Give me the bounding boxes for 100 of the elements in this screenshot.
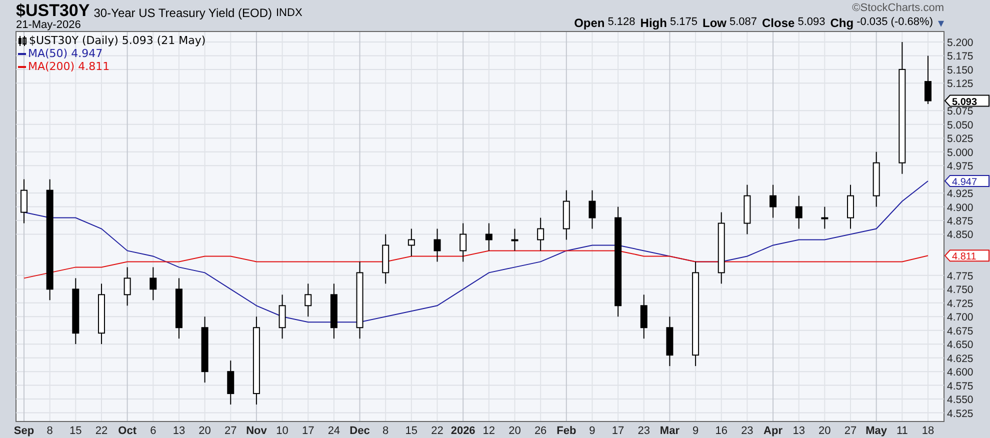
candlestick xyxy=(795,195,802,230)
candlestick xyxy=(924,55,932,105)
candlestick xyxy=(770,184,777,218)
candlestick xyxy=(485,222,492,252)
axis-label: 5.050 xyxy=(947,119,974,132)
axis-label: 22 xyxy=(95,425,108,437)
axis-label: 9 xyxy=(692,425,699,437)
price-flag: 5.093 xyxy=(944,94,990,108)
axis-label: 8 xyxy=(46,425,53,437)
quote-value: 5.087 xyxy=(729,17,758,29)
candlestick xyxy=(72,278,80,345)
axis-label: 4.700 xyxy=(947,312,974,324)
axis-label: 4.600 xyxy=(947,366,974,379)
quote-value: -0.035 (-0.68%) xyxy=(856,17,933,29)
candlestick xyxy=(20,178,28,224)
axis-label: 20 xyxy=(508,425,521,437)
candlestick xyxy=(872,151,880,208)
axis-label: 5.025 xyxy=(947,133,974,146)
chart-title: 30-Year US Treasury Yield (EOD) xyxy=(94,7,272,19)
axis-label: 18 xyxy=(922,425,934,437)
axis-label: 17 xyxy=(612,425,624,437)
axis-label: 4.975 xyxy=(947,160,974,173)
candlestick xyxy=(434,228,441,262)
legend-label: MA(200) 4.811 xyxy=(28,60,110,73)
axis-label: 2026 xyxy=(450,425,476,437)
price-flag: 4.811 xyxy=(944,250,990,263)
axis-label: Feb xyxy=(556,425,576,437)
axis-label: 4.625 xyxy=(947,352,974,365)
axis-label: 26 xyxy=(534,425,547,437)
axis-label: 20 xyxy=(198,425,211,437)
brand-label: ©StockCharts.com xyxy=(852,3,944,14)
axis-label: 5.075 xyxy=(947,106,974,118)
axis-label: 4.775 xyxy=(947,270,974,282)
candlestick xyxy=(537,217,544,252)
axis-label: 5.200 xyxy=(947,36,974,49)
axis-label: May xyxy=(866,425,888,437)
axis-label: 23 xyxy=(638,425,650,437)
quote-value: 5.093 xyxy=(798,17,826,29)
dropdown-caret-icon[interactable]: ▾ xyxy=(938,17,944,29)
axis-label: 11 xyxy=(896,425,908,437)
candlestick xyxy=(304,283,312,318)
axis-label: Apr xyxy=(764,425,782,437)
quote-value: 5.175 xyxy=(670,17,698,29)
candlestick xyxy=(175,278,182,340)
candlestick xyxy=(124,266,131,306)
axis-label: 4.575 xyxy=(947,380,974,392)
axis-label: Mar xyxy=(660,425,680,437)
quote-value: 5.128 xyxy=(608,17,636,29)
axis-label: 27 xyxy=(844,425,857,437)
axis-label: 4.900 xyxy=(947,202,974,214)
axis-label: 6 xyxy=(150,425,156,437)
candlestick xyxy=(408,228,415,257)
candlestick xyxy=(460,222,467,262)
axis-label: 12 xyxy=(482,425,496,437)
candlestick xyxy=(227,360,234,406)
axis-label: 4.875 xyxy=(947,216,974,228)
axis-label: 4.675 xyxy=(947,325,974,338)
axis-label: Nov xyxy=(246,425,267,437)
axis-label: 5.125 xyxy=(947,78,974,90)
axis-label: 13 xyxy=(172,425,186,437)
candlestick xyxy=(666,316,674,367)
axis-label: 9 xyxy=(589,425,596,437)
axis-label: 4.550 xyxy=(947,394,974,406)
chart-date: 21-May-2026 xyxy=(16,20,82,31)
candlestick xyxy=(278,294,286,340)
axis-label: 10 xyxy=(276,425,288,437)
axis-label: 22 xyxy=(431,425,444,437)
candlestick xyxy=(150,266,157,301)
candlestick xyxy=(744,184,751,235)
candlestick xyxy=(847,184,854,230)
axis-label: 4.850 xyxy=(947,229,974,242)
chart-symbol: $UST30Y xyxy=(16,2,90,19)
axis-label: 4.750 xyxy=(947,284,974,296)
axis-label: 15 xyxy=(70,425,82,437)
exchange-label: INDX xyxy=(276,8,302,19)
axis-label: 27 xyxy=(224,425,237,437)
axis-label: 4.725 xyxy=(947,298,974,310)
quote-label: Close xyxy=(762,17,795,29)
candlestick xyxy=(330,283,338,340)
axis-label: 5.150 xyxy=(947,64,974,76)
candlestick xyxy=(821,206,828,230)
axis-label: 23 xyxy=(741,425,754,437)
legend-label: $UST30Y (Daily) 5.093 (21 May) xyxy=(29,34,206,47)
quote-label: Open xyxy=(574,17,605,29)
candlestick xyxy=(98,283,105,345)
axis-label: Dec xyxy=(350,425,370,437)
candlestick xyxy=(640,294,648,340)
axis-label: Sep xyxy=(14,425,34,437)
axis-label: 4.525 xyxy=(947,408,974,420)
candlestick xyxy=(588,190,596,230)
legend-label: MA(50) 4.947 xyxy=(28,47,103,60)
axis-label: Oct xyxy=(118,425,136,437)
axis-label: 13 xyxy=(792,425,805,437)
axis-label: 4.925 xyxy=(947,188,974,200)
axis-label: 16 xyxy=(715,425,728,437)
axis-label: 24 xyxy=(328,425,340,437)
axis-label: 4.650 xyxy=(947,339,974,352)
candlestick xyxy=(201,316,208,384)
axis-label: 15 xyxy=(405,425,418,437)
candlestick xyxy=(382,234,390,284)
